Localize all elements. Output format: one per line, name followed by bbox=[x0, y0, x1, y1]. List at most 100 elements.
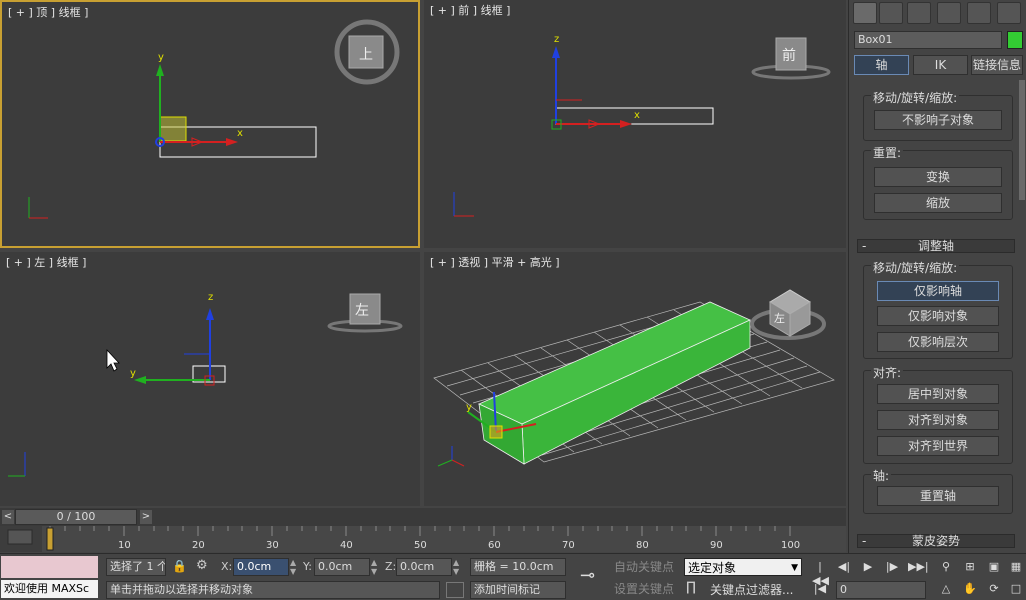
viewport-top[interactable]: [ + ] 顶 ] 线框 ] y x 上 bbox=[0, 0, 420, 248]
align-to-object-button[interactable]: 对齐到对象 bbox=[877, 410, 999, 430]
tab-link-info[interactable]: 链接信息 bbox=[971, 55, 1023, 75]
zoom-extents-icon[interactable]: ▣ bbox=[986, 560, 1002, 574]
add-time-tag[interactable]: 添加时间标记 bbox=[470, 581, 566, 599]
zoom-all-icon[interactable]: ⊞ bbox=[962, 560, 978, 574]
reset-pivot-button[interactable]: 重置轴 bbox=[877, 486, 999, 506]
key-filters-button[interactable]: 关键点过滤器... bbox=[710, 581, 804, 599]
utilities-tab-icon[interactable] bbox=[997, 2, 1021, 24]
tick-label: 30 bbox=[266, 540, 279, 551]
affect-pivot-only-button[interactable]: 仅影响轴 bbox=[877, 281, 999, 301]
svg-text:z: z bbox=[554, 34, 559, 45]
affect-object-only-button[interactable]: 仅影响对象 bbox=[877, 306, 999, 326]
prompt-line: 单击并拖动以选择并移动对象 bbox=[106, 581, 440, 599]
tick-label: 70 bbox=[562, 540, 575, 551]
mouse-cursor-icon bbox=[106, 348, 120, 372]
grid-size-display: 栅格 = 10.0cm bbox=[470, 558, 566, 576]
align-to-world-button[interactable]: 对齐到世界 bbox=[877, 436, 999, 456]
viewcube-face: 左 bbox=[355, 303, 369, 319]
y-label: Y: bbox=[303, 560, 312, 573]
go-to-start-icon[interactable]: |◀◀ bbox=[812, 560, 829, 587]
go-to-end-icon[interactable]: ▶▶| bbox=[908, 560, 929, 574]
key-mode-select[interactable]: 选定对象 ▼ bbox=[684, 558, 802, 576]
object-name-field[interactable]: Box01 bbox=[854, 31, 1002, 49]
x-coordinate-input[interactable]: 0.0cm bbox=[233, 558, 289, 576]
previous-frame-icon[interactable]: ◀| bbox=[836, 560, 852, 574]
tick-label: 60 bbox=[488, 540, 501, 551]
time-slider-prev-button[interactable]: < bbox=[2, 510, 14, 524]
group-title-reset: 重置: bbox=[871, 144, 904, 161]
group-title-align: 对齐: bbox=[871, 364, 904, 381]
motion-tab-icon[interactable] bbox=[937, 2, 961, 24]
modify-tab-icon[interactable] bbox=[879, 2, 903, 24]
viewcube-face: 上 bbox=[359, 47, 373, 63]
tick-label: 10 bbox=[118, 540, 131, 551]
tick-label: 40 bbox=[340, 540, 353, 551]
y-coordinate-input[interactable]: 0.0cm bbox=[314, 558, 370, 576]
zoom-icon[interactable]: ⚲ bbox=[938, 560, 954, 574]
maximize-viewport-icon[interactable]: □ bbox=[1008, 582, 1024, 596]
lock-icon[interactable]: 🔒 bbox=[172, 559, 187, 573]
z-coordinate-input[interactable]: 0.0cm bbox=[396, 558, 452, 576]
time-slider-next-button[interactable]: > bbox=[140, 510, 152, 524]
dont-affect-children-button[interactable]: 不影响子对象 bbox=[874, 110, 1002, 130]
svg-text:x: x bbox=[634, 110, 640, 121]
create-tab-icon[interactable] bbox=[853, 2, 877, 24]
pan-hand-icon[interactable]: ✋ bbox=[962, 582, 978, 596]
play-icon[interactable]: ▶ bbox=[860, 560, 876, 574]
viewport-left[interactable]: [ + ] 左 ] 线框 ] z y 左 bbox=[0, 252, 420, 506]
orbit-icon[interactable]: ⟳ bbox=[986, 582, 1002, 596]
zoom-extents-all-icon[interactable]: ▦ bbox=[1008, 560, 1024, 574]
set-key-icon[interactable]: ⊸ bbox=[580, 566, 610, 586]
reset-transform-button[interactable]: 变换 bbox=[874, 167, 1002, 187]
tab-ik[interactable]: IK bbox=[913, 55, 968, 75]
tick-label: 20 bbox=[192, 540, 205, 551]
z-spinner[interactable]: ▲ ▼ bbox=[453, 558, 461, 576]
svg-text:z: z bbox=[208, 292, 213, 303]
maxscript-listener-mini[interactable] bbox=[1, 556, 98, 578]
tick-label: 80 bbox=[636, 540, 649, 551]
set-key-button[interactable]: 设置关键点 bbox=[614, 580, 680, 598]
viewport-left-canvas: z y 左 bbox=[8, 292, 403, 477]
next-frame-icon[interactable]: |▶ bbox=[884, 560, 900, 574]
maxscript-output[interactable]: 欢迎使用 MAXSc bbox=[1, 580, 98, 598]
viewport-perspective[interactable]: [ + ] 透视 ] 平滑 + 高光 ] y 左 bbox=[424, 252, 846, 506]
display-tab-icon[interactable] bbox=[967, 2, 991, 24]
viewport-front-canvas: z x 前 bbox=[453, 34, 831, 217]
tick-marks bbox=[49, 526, 791, 536]
rollout-adjust-pivot[interactable]: - 调整轴 bbox=[857, 239, 1015, 253]
time-tag-icon[interactable] bbox=[446, 582, 464, 598]
field-of-view-icon[interactable]: △ bbox=[938, 582, 954, 596]
viewport-top-canvas: y x 上 bbox=[28, 19, 400, 219]
hierarchy-tab-icon[interactable] bbox=[907, 2, 931, 24]
object-color-swatch[interactable] bbox=[1007, 31, 1023, 49]
tick-label: 50 bbox=[414, 540, 427, 551]
group-title-adjust-mrs: 移动/旋转/缩放: bbox=[871, 259, 960, 276]
viewport-persp-canvas: y 左 bbox=[433, 289, 835, 467]
rollout-skin-pose[interactable]: - 蒙皮姿势 bbox=[857, 534, 1015, 548]
viewport-front[interactable]: [ + ] 前 ] 线框 ] z x 前 bbox=[424, 0, 846, 248]
axis-x-label: x bbox=[237, 128, 243, 139]
affect-hierarchy-only-button[interactable]: 仅影响层次 bbox=[877, 332, 999, 352]
z-label: Z: bbox=[385, 560, 397, 573]
rollout-collapse-sign: - bbox=[862, 239, 867, 253]
reset-scale-button[interactable]: 缩放 bbox=[874, 193, 1002, 213]
y-spinner[interactable]: ▲ ▼ bbox=[371, 558, 379, 576]
absolute-mode-icon[interactable]: ⚙ bbox=[196, 558, 218, 576]
gizmo-plane bbox=[159, 116, 187, 142]
svg-text:y: y bbox=[466, 402, 472, 413]
x-spinner[interactable]: ▲ ▼ bbox=[290, 558, 298, 576]
current-frame-input[interactable]: 0 bbox=[836, 581, 926, 599]
center-to-object-button[interactable]: 居中到对象 bbox=[877, 384, 999, 404]
axis-y-label: y bbox=[158, 52, 164, 63]
key-mode-toggle-icon[interactable]: |◀ bbox=[812, 582, 828, 596]
tab-pivot[interactable]: 轴 bbox=[854, 55, 909, 75]
command-panel-scrollbar[interactable] bbox=[1019, 80, 1025, 200]
command-panel: Box01 轴 IK 链接信息 移动/旋转/缩放: 不影响子对象 重置: 变换 … bbox=[848, 0, 1026, 553]
group-title-pivot: 轴: bbox=[871, 467, 892, 484]
group-title-move-rotate-scale: 移动/旋转/缩放: bbox=[871, 89, 960, 106]
svg-text:y: y bbox=[130, 368, 136, 379]
key-filter-icon[interactable]: ∏ bbox=[686, 580, 704, 598]
viewcube-face: 左 bbox=[774, 312, 785, 325]
auto-key-button[interactable]: 自动关键点 bbox=[614, 558, 680, 576]
time-slider-thumb[interactable]: 0 / 100 bbox=[15, 509, 137, 525]
